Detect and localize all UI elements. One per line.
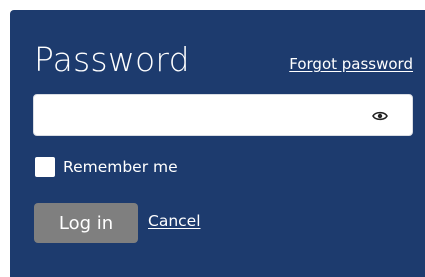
password-field-container <box>33 94 413 137</box>
password-input[interactable] <box>42 95 366 137</box>
login-panel: Password Forgot password Remember me Log… <box>10 10 425 277</box>
password-heading: Password <box>34 40 190 79</box>
remember-me-checkbox[interactable] <box>35 157 55 177</box>
remember-me-option[interactable]: Remember me <box>35 156 178 178</box>
cancel-link[interactable]: Cancel <box>148 212 201 230</box>
forgot-password-link[interactable]: Forgot password <box>289 55 413 73</box>
remember-me-label: Remember me <box>63 158 178 176</box>
eye-icon[interactable] <box>372 108 388 122</box>
login-button[interactable]: Log in <box>34 203 138 243</box>
